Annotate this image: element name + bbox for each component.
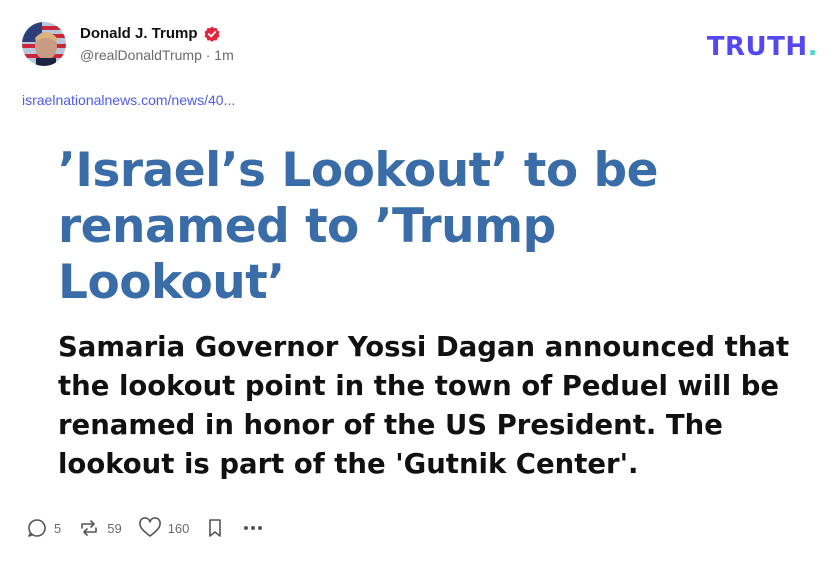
avatar[interactable] — [22, 22, 66, 66]
truth-logo: TRUTH. — [707, 32, 818, 62]
post-header: Donald J. Trump @realDonaldTrump · 1m TR… — [22, 22, 818, 72]
handle-and-timestamp: @realDonaldTrump · 1m — [80, 47, 234, 63]
logo-text: TRUTH — [706, 32, 808, 62]
logo-dot: . — [807, 32, 818, 62]
author-block: Donald J. Trump @realDonaldTrump · 1m — [80, 25, 234, 63]
verified-badge-icon — [204, 26, 220, 42]
more-options-button[interactable] — [241, 517, 265, 539]
retruth-icon — [77, 517, 101, 539]
reply-button[interactable]: 5 — [26, 517, 61, 539]
more-icon — [241, 517, 265, 539]
like-button[interactable]: 160 — [138, 517, 190, 539]
heart-icon — [138, 517, 162, 539]
like-count: 160 — [167, 520, 190, 536]
bookmark-button[interactable] — [205, 517, 225, 539]
bookmark-icon — [205, 517, 225, 539]
retruth-button[interactable]: 59 — [77, 517, 122, 539]
reply-count: 5 — [54, 520, 62, 536]
article-link[interactable]: israelnationalnews.com/news/40... — [22, 92, 235, 108]
article-headline[interactable]: ’Israel’s Lookout’ to be renamed to ’Tru… — [58, 143, 708, 311]
article-summary: Samaria Governor Yossi Dagan announced t… — [58, 331, 790, 480]
retruth-count: 59 — [107, 520, 122, 536]
author-name-row: Donald J. Trump — [80, 25, 234, 42]
post-actions: 5 59 160 — [26, 517, 281, 539]
author-name[interactable]: Donald J. Trump — [80, 25, 198, 42]
reply-icon — [26, 517, 48, 539]
